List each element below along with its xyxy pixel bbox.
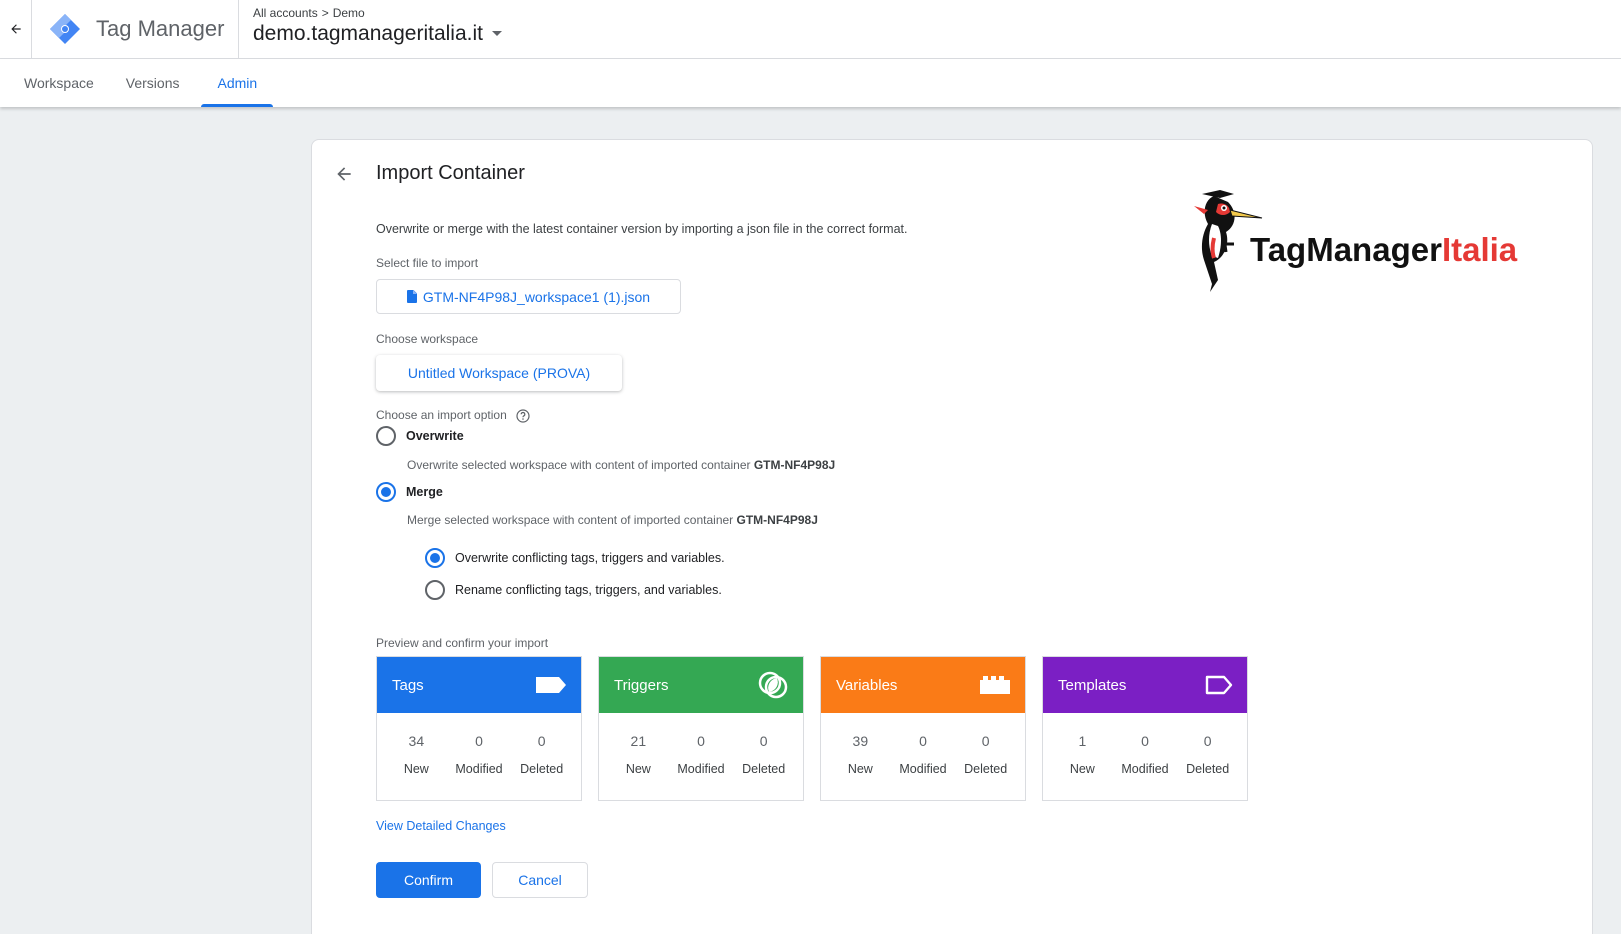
confirm-button[interactable]: Confirm bbox=[376, 862, 481, 898]
stat-modified: 0 Modified bbox=[899, 733, 947, 776]
tags-card: Tags 34 New 0 Modified 0 Deleted bbox=[376, 656, 582, 801]
logo-text: TagManagerItalia bbox=[1250, 231, 1518, 268]
overwrite-conflicts-option[interactable]: Overwrite conflicting tags, triggers and… bbox=[425, 548, 725, 568]
variables-stats: 39 New 0 Modified 0 Deleted bbox=[821, 713, 1025, 776]
stat-modified: 0 Modified bbox=[677, 733, 725, 776]
workspace-name: Untitled Workspace (PROVA) bbox=[407, 365, 591, 381]
templates-card-title: Templates bbox=[1058, 676, 1127, 694]
header-divider bbox=[238, 0, 239, 58]
stat-deleted: 0 Deleted bbox=[520, 733, 564, 776]
overwrite-radio[interactable] bbox=[376, 426, 396, 446]
cancel-button[interactable]: Cancel bbox=[492, 862, 588, 898]
breadcrumb-separator: > bbox=[321, 6, 329, 20]
merge-option[interactable]: Merge bbox=[376, 482, 443, 502]
trigger-icon bbox=[758, 671, 788, 699]
overwrite-label: Overwrite bbox=[406, 429, 464, 443]
stat-new: 34 New bbox=[403, 733, 429, 776]
merge-container-id: GTM-NF4P98J bbox=[736, 513, 818, 527]
overwrite-description: Overwrite selected workspace with conten… bbox=[407, 458, 836, 472]
variables-card-header: Variables bbox=[821, 657, 1025, 713]
tags-card-header: Tags bbox=[377, 657, 581, 713]
app-header: Tag Manager All accounts > Demo demo.tag… bbox=[0, 0, 1621, 59]
tags-card-title: Tags bbox=[392, 676, 424, 694]
panel-back-button[interactable] bbox=[330, 160, 358, 188]
variable-icon bbox=[980, 676, 1010, 694]
page-title: Import Container bbox=[376, 162, 525, 184]
merge-label: Merge bbox=[406, 485, 443, 499]
import-container-panel: Import Container Overwrite or merge with… bbox=[311, 139, 1593, 934]
rename-conflicts-label: Rename conflicting tags, triggers, and v… bbox=[455, 583, 722, 597]
dropdown-arrow-icon bbox=[491, 31, 502, 36]
stat-deleted: 0 Deleted bbox=[1186, 733, 1230, 776]
tagmanageritalia-logo: TagManagerItalia bbox=[1194, 190, 1518, 292]
help-icon[interactable] bbox=[516, 409, 530, 423]
triggers-card-title: Triggers bbox=[614, 676, 669, 694]
tag-icon bbox=[536, 677, 566, 693]
templates-card: Templates 1 New 0 Modified 0 Deleted bbox=[1042, 656, 1248, 801]
file-label: Select file to import bbox=[376, 256, 479, 270]
container-selector[interactable]: demo.tagmanageritalia.it bbox=[253, 22, 503, 46]
stat-modified: 0 Modified bbox=[455, 733, 503, 776]
stat-new: 21 New bbox=[625, 733, 651, 776]
stat-modified: 0 Modified bbox=[1121, 733, 1169, 776]
stat-new: 39 New bbox=[847, 733, 873, 776]
triggers-card: Triggers 21 New 0 Modified 0 Deleted bbox=[598, 656, 804, 801]
app-title: Tag Manager bbox=[96, 16, 225, 41]
variables-card-title: Variables bbox=[836, 676, 898, 694]
container-name: demo.tagmanageritalia.it bbox=[253, 22, 483, 45]
tab-admin[interactable]: Admin bbox=[201, 59, 273, 107]
view-detailed-changes-link[interactable]: View Detailed Changes bbox=[376, 819, 506, 833]
stat-new: 1 New bbox=[1069, 733, 1095, 776]
templates-stats: 1 New 0 Modified 0 Deleted bbox=[1043, 713, 1247, 776]
merge-radio[interactable] bbox=[376, 482, 396, 502]
tag-manager-logo-icon bbox=[48, 12, 82, 46]
stat-deleted: 0 Deleted bbox=[964, 733, 1008, 776]
import-option-label-row: Choose an import option bbox=[376, 408, 530, 423]
workspace-label: Choose workspace bbox=[376, 332, 479, 346]
file-icon bbox=[406, 290, 417, 303]
preview-label: Preview and confirm your import bbox=[376, 636, 549, 650]
import-description: Overwrite or merge with the latest conta… bbox=[376, 222, 908, 236]
arrow-back-icon bbox=[10, 24, 21, 34]
overwrite-conflicts-label: Overwrite conflicting tags, triggers and… bbox=[455, 551, 725, 565]
nav-tabs: Workspace Versions Admin bbox=[0, 59, 1621, 107]
variables-card: Variables 39 New 0 Modified 0 Deleted bbox=[820, 656, 1026, 801]
breadcrumb: All accounts > Demo bbox=[253, 6, 365, 20]
rename-conflicts-radio[interactable] bbox=[425, 580, 445, 600]
file-select-button[interactable]: GTM-NF4P98J_workspace1 (1).json bbox=[376, 279, 681, 314]
triggers-card-header: Triggers bbox=[599, 657, 803, 713]
breadcrumb-accounts[interactable]: All accounts bbox=[253, 6, 318, 20]
back-button[interactable] bbox=[0, 0, 32, 58]
overwrite-option[interactable]: Overwrite bbox=[376, 426, 464, 446]
tags-stats: 34 New 0 Modified 0 Deleted bbox=[377, 713, 581, 776]
brand[interactable]: Tag Manager bbox=[48, 10, 224, 48]
overwrite-container-id: GTM-NF4P98J bbox=[753, 458, 836, 472]
tab-versions[interactable]: Versions bbox=[110, 59, 196, 107]
file-name: GTM-NF4P98J_workspace1 (1).json bbox=[422, 288, 651, 305]
rename-conflicts-option[interactable]: Rename conflicting tags, triggers, and v… bbox=[425, 580, 722, 600]
import-option-label: Choose an import option bbox=[376, 408, 507, 422]
overwrite-conflicts-radio[interactable] bbox=[425, 548, 445, 568]
tab-workspace[interactable]: Workspace bbox=[8, 59, 110, 107]
triggers-stats: 21 New 0 Modified 0 Deleted bbox=[599, 713, 803, 776]
templates-card-header: Templates bbox=[1043, 657, 1247, 713]
template-icon bbox=[1205, 675, 1233, 695]
merge-description: Merge selected workspace with content of… bbox=[407, 513, 818, 527]
breadcrumb-current[interactable]: Demo bbox=[333, 6, 365, 20]
arrow-back-icon bbox=[337, 167, 351, 181]
stat-deleted: 0 Deleted bbox=[742, 733, 786, 776]
workspace-select-button[interactable]: Untitled Workspace (PROVA) bbox=[376, 355, 622, 391]
